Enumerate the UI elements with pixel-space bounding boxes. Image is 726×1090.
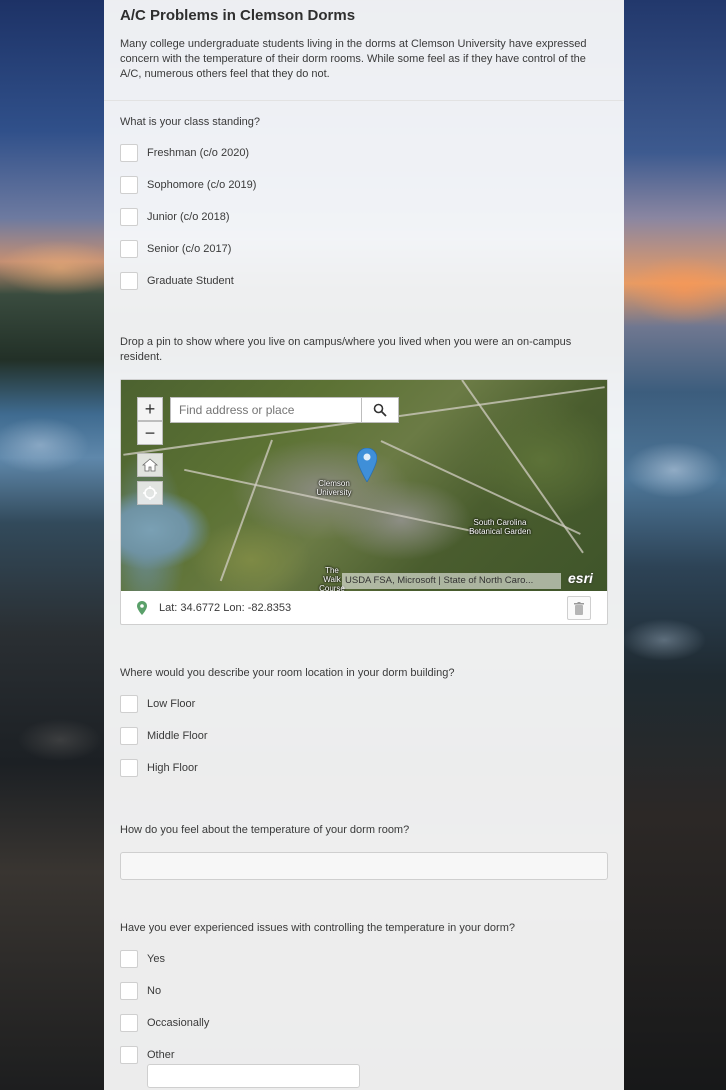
location-pin-icon: [137, 600, 147, 615]
option-other[interactable]: Other: [120, 1045, 608, 1065]
option-label: Other: [147, 1049, 175, 1061]
option-graduate[interactable]: Graduate Student: [120, 271, 608, 291]
checkbox[interactable]: [120, 727, 138, 745]
map-attribution: USDA FSA, Microsoft | State of North Car…: [342, 573, 561, 589]
map-search-input[interactable]: [171, 398, 361, 422]
checkbox[interactable]: [120, 144, 138, 162]
option-low-floor[interactable]: Low Floor: [120, 694, 608, 714]
temperature-feeling-input[interactable]: [120, 852, 608, 880]
trash-icon: [574, 601, 584, 615]
map-pin-icon[interactable]: [357, 448, 377, 482]
home-icon: [142, 458, 158, 472]
question-label: What is your class standing?: [120, 116, 261, 128]
question-room-location: Where would you describe your room locat…: [120, 666, 608, 778]
coordinates-row: Lat: 34.6772 Lon: -82.8353: [121, 591, 607, 624]
checkbox[interactable]: [120, 950, 138, 968]
option-freshman[interactable]: Freshman (c/o 2020): [120, 143, 608, 163]
map-view[interactable]: + − Clemson University South Carolina Bo…: [121, 380, 607, 591]
option-label: No: [147, 985, 162, 997]
option-label: High Floor: [147, 762, 198, 774]
map-label-clemson: Clemson University: [316, 479, 352, 497]
option-sophomore[interactable]: Sophomore (c/o 2019): [120, 175, 608, 195]
locate-button[interactable]: [137, 481, 163, 505]
option-no[interactable]: No: [120, 981, 608, 1001]
question-temperature-feeling: How do you feel about the temperature of…: [120, 823, 608, 880]
options-list: Yes No Occasionally Other: [120, 949, 608, 1065]
checkbox[interactable]: [120, 759, 138, 777]
home-button[interactable]: [137, 453, 163, 477]
option-junior[interactable]: Junior (c/o 2018): [120, 207, 608, 227]
map-search-button[interactable]: [361, 398, 398, 422]
delete-pin-button[interactable]: [567, 596, 591, 620]
question-label: Where would you describe your room locat…: [120, 667, 455, 679]
zoom-out-button[interactable]: −: [137, 421, 163, 445]
coordinates-text: Lat: 34.6772 Lon: -82.8353: [159, 601, 292, 614]
form-header: A/C Problems in Clemson Dorms Many colle…: [104, 0, 624, 101]
map-search-box: [170, 397, 399, 423]
map-road: [219, 439, 273, 582]
question-map-location: Drop a pin to show where you live on cam…: [120, 335, 608, 365]
checkbox[interactable]: [120, 240, 138, 258]
option-label: Occasionally: [147, 1017, 210, 1029]
checkbox[interactable]: [120, 695, 138, 713]
option-label: Sophomore (c/o 2019): [147, 179, 257, 191]
option-senior[interactable]: Senior (c/o 2017): [120, 239, 608, 259]
option-high-floor[interactable]: High Floor: [120, 758, 608, 778]
option-label: Yes: [147, 953, 165, 965]
checkbox[interactable]: [120, 982, 138, 1000]
background-left: [0, 0, 104, 1090]
option-occasionally[interactable]: Occasionally: [120, 1013, 608, 1033]
form-description: Many college undergraduate students livi…: [120, 38, 587, 80]
background-right: [624, 0, 726, 1090]
form-title: A/C Problems in Clemson Dorms: [120, 7, 356, 24]
locate-icon: [143, 486, 157, 500]
checkbox[interactable]: [120, 1046, 138, 1064]
checkbox[interactable]: [120, 1014, 138, 1032]
option-label: Middle Floor: [147, 730, 208, 742]
option-label: Junior (c/o 2018): [147, 211, 230, 223]
option-label: Senior (c/o 2017): [147, 243, 232, 255]
option-label: Freshman (c/o 2020): [147, 147, 250, 159]
checkbox[interactable]: [120, 272, 138, 290]
question-temperature-issues: Have you ever experienced issues with co…: [120, 921, 608, 1065]
option-yes[interactable]: Yes: [120, 949, 608, 969]
option-middle-floor[interactable]: Middle Floor: [120, 726, 608, 746]
search-icon: [373, 403, 387, 417]
checkbox[interactable]: [120, 208, 138, 226]
question-label: How do you feel about the temperature of…: [120, 824, 410, 836]
map-widget: + − Clemson University South Carolina Bo…: [120, 379, 608, 625]
options-list: Low Floor Middle Floor High Floor: [120, 694, 608, 778]
survey-form: A/C Problems in Clemson Dorms Many colle…: [104, 0, 624, 1090]
question-label: Drop a pin to show where you live on cam…: [120, 336, 572, 363]
option-label: Low Floor: [147, 698, 196, 710]
options-list: Freshman (c/o 2020) Sophomore (c/o 2019)…: [120, 143, 608, 291]
option-label: Graduate Student: [147, 275, 234, 287]
question-class-standing: What is your class standing? Freshman (c…: [120, 115, 608, 291]
question-label: Have you ever experienced issues with co…: [120, 922, 515, 934]
map-label-garden: South Carolina Botanical Garden: [469, 518, 531, 536]
esri-logo: esri: [568, 570, 593, 586]
other-text-input[interactable]: [147, 1064, 360, 1088]
checkbox[interactable]: [120, 176, 138, 194]
zoom-in-button[interactable]: +: [137, 397, 163, 421]
